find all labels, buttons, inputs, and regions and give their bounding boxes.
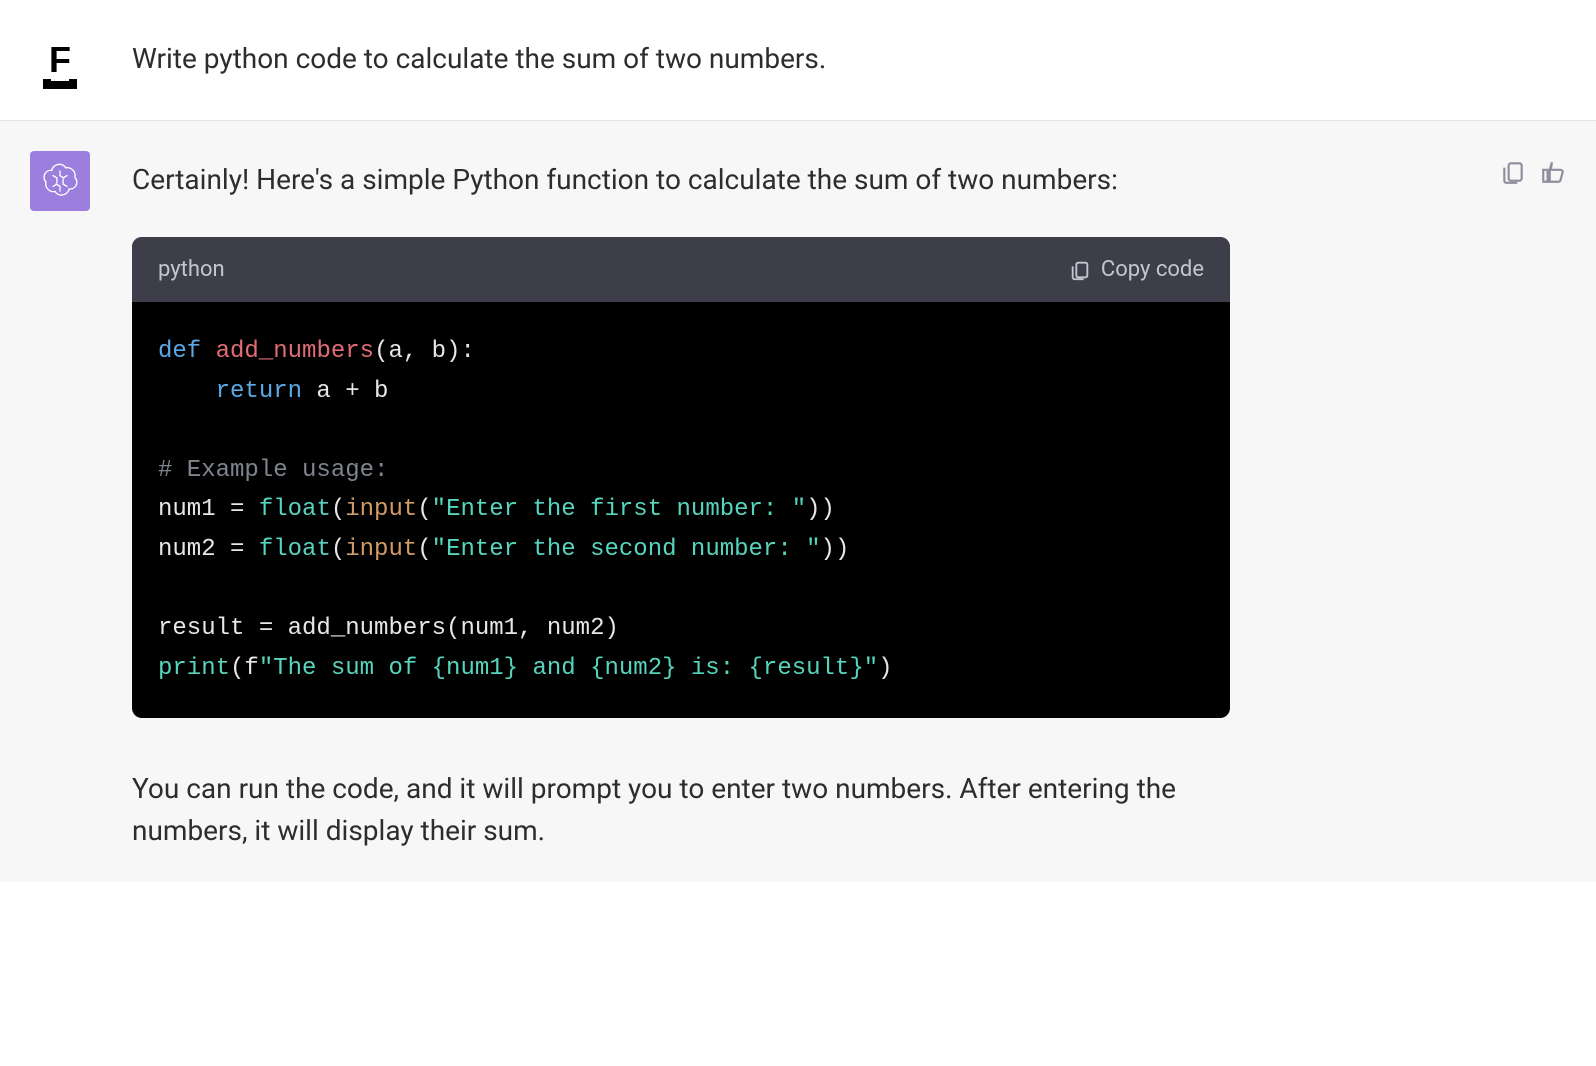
user-avatar: F bbox=[30, 30, 90, 90]
assistant-footer-text: You can run the code, and it will prompt… bbox=[132, 768, 1232, 852]
copy-message-icon[interactable] bbox=[1500, 159, 1526, 185]
assistant-intro-text: Certainly! Here's a simple Python functi… bbox=[132, 159, 1458, 201]
message-actions bbox=[1500, 151, 1566, 852]
code-language-label: python bbox=[158, 253, 225, 286]
clipboard-icon bbox=[1069, 259, 1091, 281]
copy-code-button[interactable]: Copy code bbox=[1069, 257, 1204, 282]
code-block: python Copy code def add_numbers(a, b): … bbox=[132, 237, 1230, 718]
code-content: def add_numbers(a, b): return a + b # Ex… bbox=[132, 302, 1230, 718]
user-message: F Write python code to calculate the sum… bbox=[0, 0, 1596, 121]
thumbs-up-icon[interactable] bbox=[1540, 159, 1566, 185]
assistant-message: Certainly! Here's a simple Python functi… bbox=[0, 121, 1596, 882]
assistant-message-content: Certainly! Here's a simple Python functi… bbox=[132, 151, 1458, 852]
code-block-header: python Copy code bbox=[132, 237, 1230, 302]
openai-logo-icon bbox=[42, 163, 78, 199]
user-message-text: Write python code to calculate the sum o… bbox=[132, 30, 1566, 90]
copy-code-label: Copy code bbox=[1101, 257, 1204, 282]
assistant-avatar bbox=[30, 151, 90, 211]
